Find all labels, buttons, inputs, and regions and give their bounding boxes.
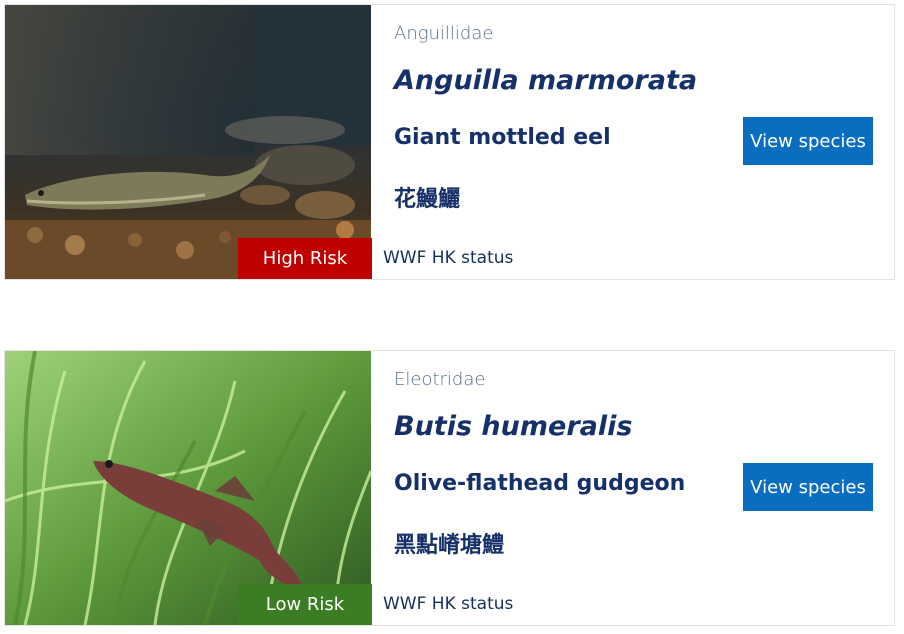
common-name: Olive-flathead gudgeon [394, 471, 686, 496]
species-family: Eleotridae [394, 369, 486, 390]
scientific-name: Butis humeralis [394, 411, 633, 442]
status-label: WWF HK status [383, 594, 514, 614]
view-species-button[interactable]: View species [743, 117, 873, 165]
scientific-name: Anguilla marmorata [394, 65, 698, 96]
species-family: Anguillidae [394, 23, 494, 44]
chinese-name: 花鰻鱺 [394, 187, 461, 212]
chinese-name: 黑點嵴塘鱧 [394, 533, 505, 558]
view-species-button[interactable]: View species [743, 463, 873, 511]
risk-badge: High Risk [238, 238, 372, 279]
common-name: Giant mottled eel [394, 125, 611, 150]
risk-badge: Low Risk [238, 584, 372, 625]
species-card: Low Risk WWF HK status Eleotridae Butis … [4, 350, 895, 626]
species-card: High Risk WWF HK status Anguillidae Angu… [4, 4, 895, 280]
status-label: WWF HK status [383, 248, 514, 268]
